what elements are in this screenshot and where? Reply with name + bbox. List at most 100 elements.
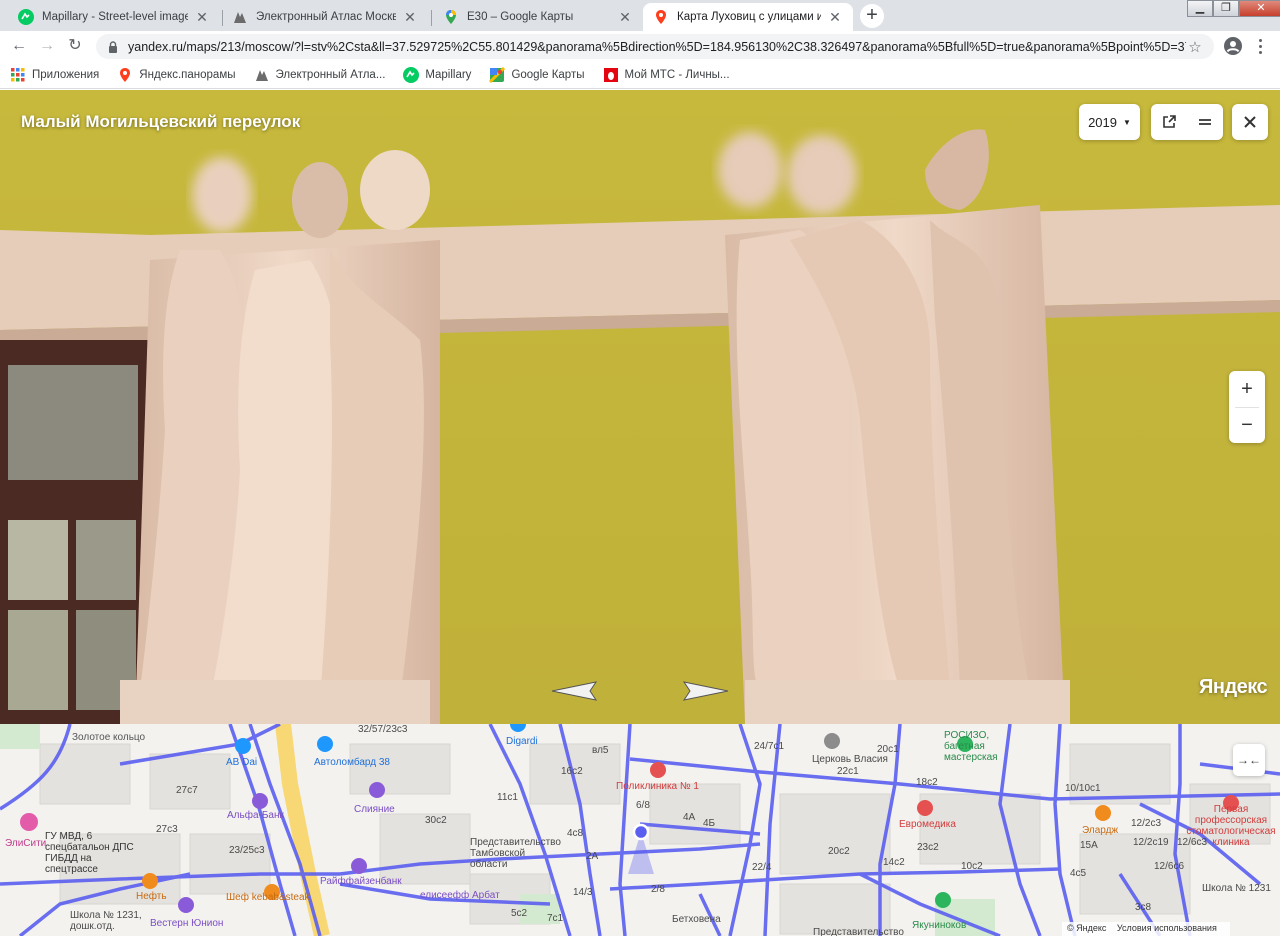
- map-label: Якуниноков: [912, 920, 967, 931]
- bookmark-label: Mapillary: [425, 68, 472, 81]
- bookmark-yandex-panoramas[interactable]: Яндекс.панорамы: [117, 67, 236, 83]
- map-label: Нефть: [136, 891, 167, 902]
- map-label: Слияние: [354, 804, 395, 815]
- tab-title: Mapillary - Street-level imagery, p: [42, 11, 188, 23]
- yandex-pin-icon: [117, 67, 133, 83]
- tab-yandex-maps[interactable]: Карта Луховиц с улицами и ном ✕: [643, 3, 853, 31]
- map-label: Евромедика: [899, 819, 956, 830]
- back-arrow-icon[interactable]: ←: [9, 36, 29, 56]
- street-name: Малый Могильцевский переулок: [21, 112, 301, 131]
- arrow-right-icon[interactable]: [680, 680, 730, 702]
- close-icon: [1244, 116, 1256, 128]
- map-label: 11с1: [497, 792, 518, 803]
- url-text[interactable]: yandex.ru/maps/213/moscow/?l=stv%2Csta&l…: [128, 40, 1186, 54]
- bookmark-label: Google Карты: [511, 68, 585, 81]
- window-controls: ▁ ❐ ✕: [1187, 0, 1280, 18]
- year-value: 2019: [1088, 114, 1117, 130]
- map-label: 20с2: [828, 846, 850, 857]
- map-label: 15А: [1080, 840, 1098, 851]
- bookmark-apps[interactable]: Приложения: [10, 67, 99, 83]
- arrow-left-icon[interactable]: [550, 680, 600, 702]
- map-label: Бетховена: [672, 914, 721, 925]
- apps-grid-icon: [10, 67, 26, 83]
- close-tab-icon[interactable]: ✕: [827, 9, 843, 25]
- map-label: Поликлиника № 1: [616, 781, 699, 792]
- zoom-out-button[interactable]: −: [1229, 407, 1265, 443]
- tab-atlas[interactable]: Электронный Атлас Москвы ✕: [222, 3, 428, 31]
- copyright-text: © Яндекс: [1067, 923, 1107, 933]
- bookmarks-bar: Приложения Яндекс.панорамы Электронный А…: [0, 61, 1280, 89]
- map-label: 4Б: [703, 818, 716, 829]
- map-label: 22с1: [837, 766, 859, 777]
- map-label: РОСИЗО, багетная мастерская: [944, 730, 998, 763]
- maximize-icon[interactable]: ❐: [1213, 0, 1239, 17]
- map-label: Школа № 1231: [1202, 883, 1271, 894]
- map-label: 12/2с3: [1131, 818, 1162, 829]
- browser-toolbar: ← → ↻ yandex.ru/maps/213/moscow/?l=stv%2…: [0, 31, 1280, 61]
- map-label: 14/3: [573, 887, 593, 898]
- map-label: 30с2: [425, 815, 447, 826]
- year-selector[interactable]: 2019 ▼: [1079, 104, 1140, 140]
- map-label: AB Dai: [226, 757, 258, 768]
- tab-separator: [431, 10, 432, 26]
- new-tab-button[interactable]: +: [860, 4, 884, 28]
- open-external-button[interactable]: [1151, 104, 1187, 140]
- map-label: елисеефф Арбат: [420, 890, 500, 901]
- panorama-viewer[interactable]: Малый Могильцевский переулок 2019 ▼ + − …: [0, 90, 1280, 724]
- map-label: 23/25с3: [229, 845, 265, 856]
- yandex-logo: Яндекс: [1199, 676, 1268, 698]
- map-label: Digardi: [506, 736, 538, 747]
- map-label: Шеф kebab&steak: [226, 892, 310, 903]
- close-tab-icon[interactable]: ✕: [402, 9, 418, 25]
- bookmark-label: Приложения: [32, 68, 100, 81]
- caret-down-icon: ▼: [1123, 117, 1131, 127]
- panorama-image[interactable]: [0, 90, 1280, 724]
- map-label: Автоломбард 38: [314, 757, 390, 768]
- mapillary-icon: [403, 66, 420, 83]
- close-tab-icon[interactable]: ✕: [617, 9, 633, 25]
- map-label: 16с2: [561, 766, 583, 777]
- tab-google-maps[interactable]: E30 – Google Карты ✕: [433, 3, 643, 31]
- map-label: Альфа-Банк: [227, 810, 284, 821]
- forward-arrow-icon[interactable]: →: [37, 36, 57, 56]
- map-label: 12/6с3: [1177, 837, 1208, 848]
- address-bar[interactable]: yandex.ru/maps/213/moscow/?l=stv%2Csta&l…: [96, 34, 1214, 59]
- map-label: 23с2: [917, 842, 939, 853]
- map-label: Представительство Тамбовской области: [470, 837, 561, 870]
- map-label: вл5: [592, 745, 609, 756]
- mini-map[interactable]: Золотое кольцо AB Dai Автоломбард 38 32/…: [0, 724, 1280, 936]
- atlas-icon: [232, 9, 248, 25]
- bookmark-atlas[interactable]: Электронный Атла...: [254, 67, 385, 83]
- reload-icon[interactable]: ↻: [65, 36, 85, 56]
- bookmark-label: Мой МТС - Личны...: [624, 68, 730, 81]
- close-panorama-button[interactable]: [1232, 104, 1268, 140]
- map-label: 20с1: [877, 744, 899, 755]
- bookmark-star-icon[interactable]: ☆: [1186, 38, 1204, 56]
- split-view-button[interactable]: [1187, 104, 1223, 140]
- minimize-icon[interactable]: ▁: [1187, 0, 1213, 17]
- map-label: 27с7: [176, 785, 198, 796]
- map-label: Церковь Власия: [812, 754, 888, 765]
- bookmark-label: Яндекс.панорамы: [139, 68, 236, 81]
- map-label: 2/8: [651, 884, 665, 895]
- yandex-maps-pin-icon: [653, 9, 669, 25]
- close-tab-icon[interactable]: ✕: [194, 9, 210, 25]
- tab-mapillary[interactable]: Mapillary - Street-level imagery, p ✕: [8, 3, 220, 31]
- bookmark-mts[interactable]: Мой МТС - Личны...: [603, 67, 730, 83]
- window-close-icon[interactable]: ✕: [1239, 0, 1280, 17]
- map-label: 4с8: [567, 828, 584, 839]
- map-label: 3с8: [1135, 902, 1152, 913]
- map-label: 27с3: [156, 824, 178, 835]
- panorama-actions: [1151, 104, 1223, 140]
- browser-menu-icon[interactable]: [1255, 37, 1265, 55]
- zoom-in-button[interactable]: +: [1229, 371, 1265, 407]
- open-external-icon: [1163, 115, 1176, 128]
- profile-avatar-icon[interactable]: [1224, 37, 1242, 55]
- bookmark-google-maps[interactable]: Google Карты: [489, 66, 585, 83]
- collapse-map-button[interactable]: →←: [1233, 744, 1265, 776]
- map-label: 14с2: [883, 857, 905, 868]
- bookmark-mapillary[interactable]: Mapillary: [403, 66, 472, 83]
- terms-link[interactable]: Условия использования: [1117, 923, 1217, 933]
- map-label: Элардж: [1082, 825, 1119, 836]
- map-label: 12/6с6: [1154, 861, 1185, 872]
